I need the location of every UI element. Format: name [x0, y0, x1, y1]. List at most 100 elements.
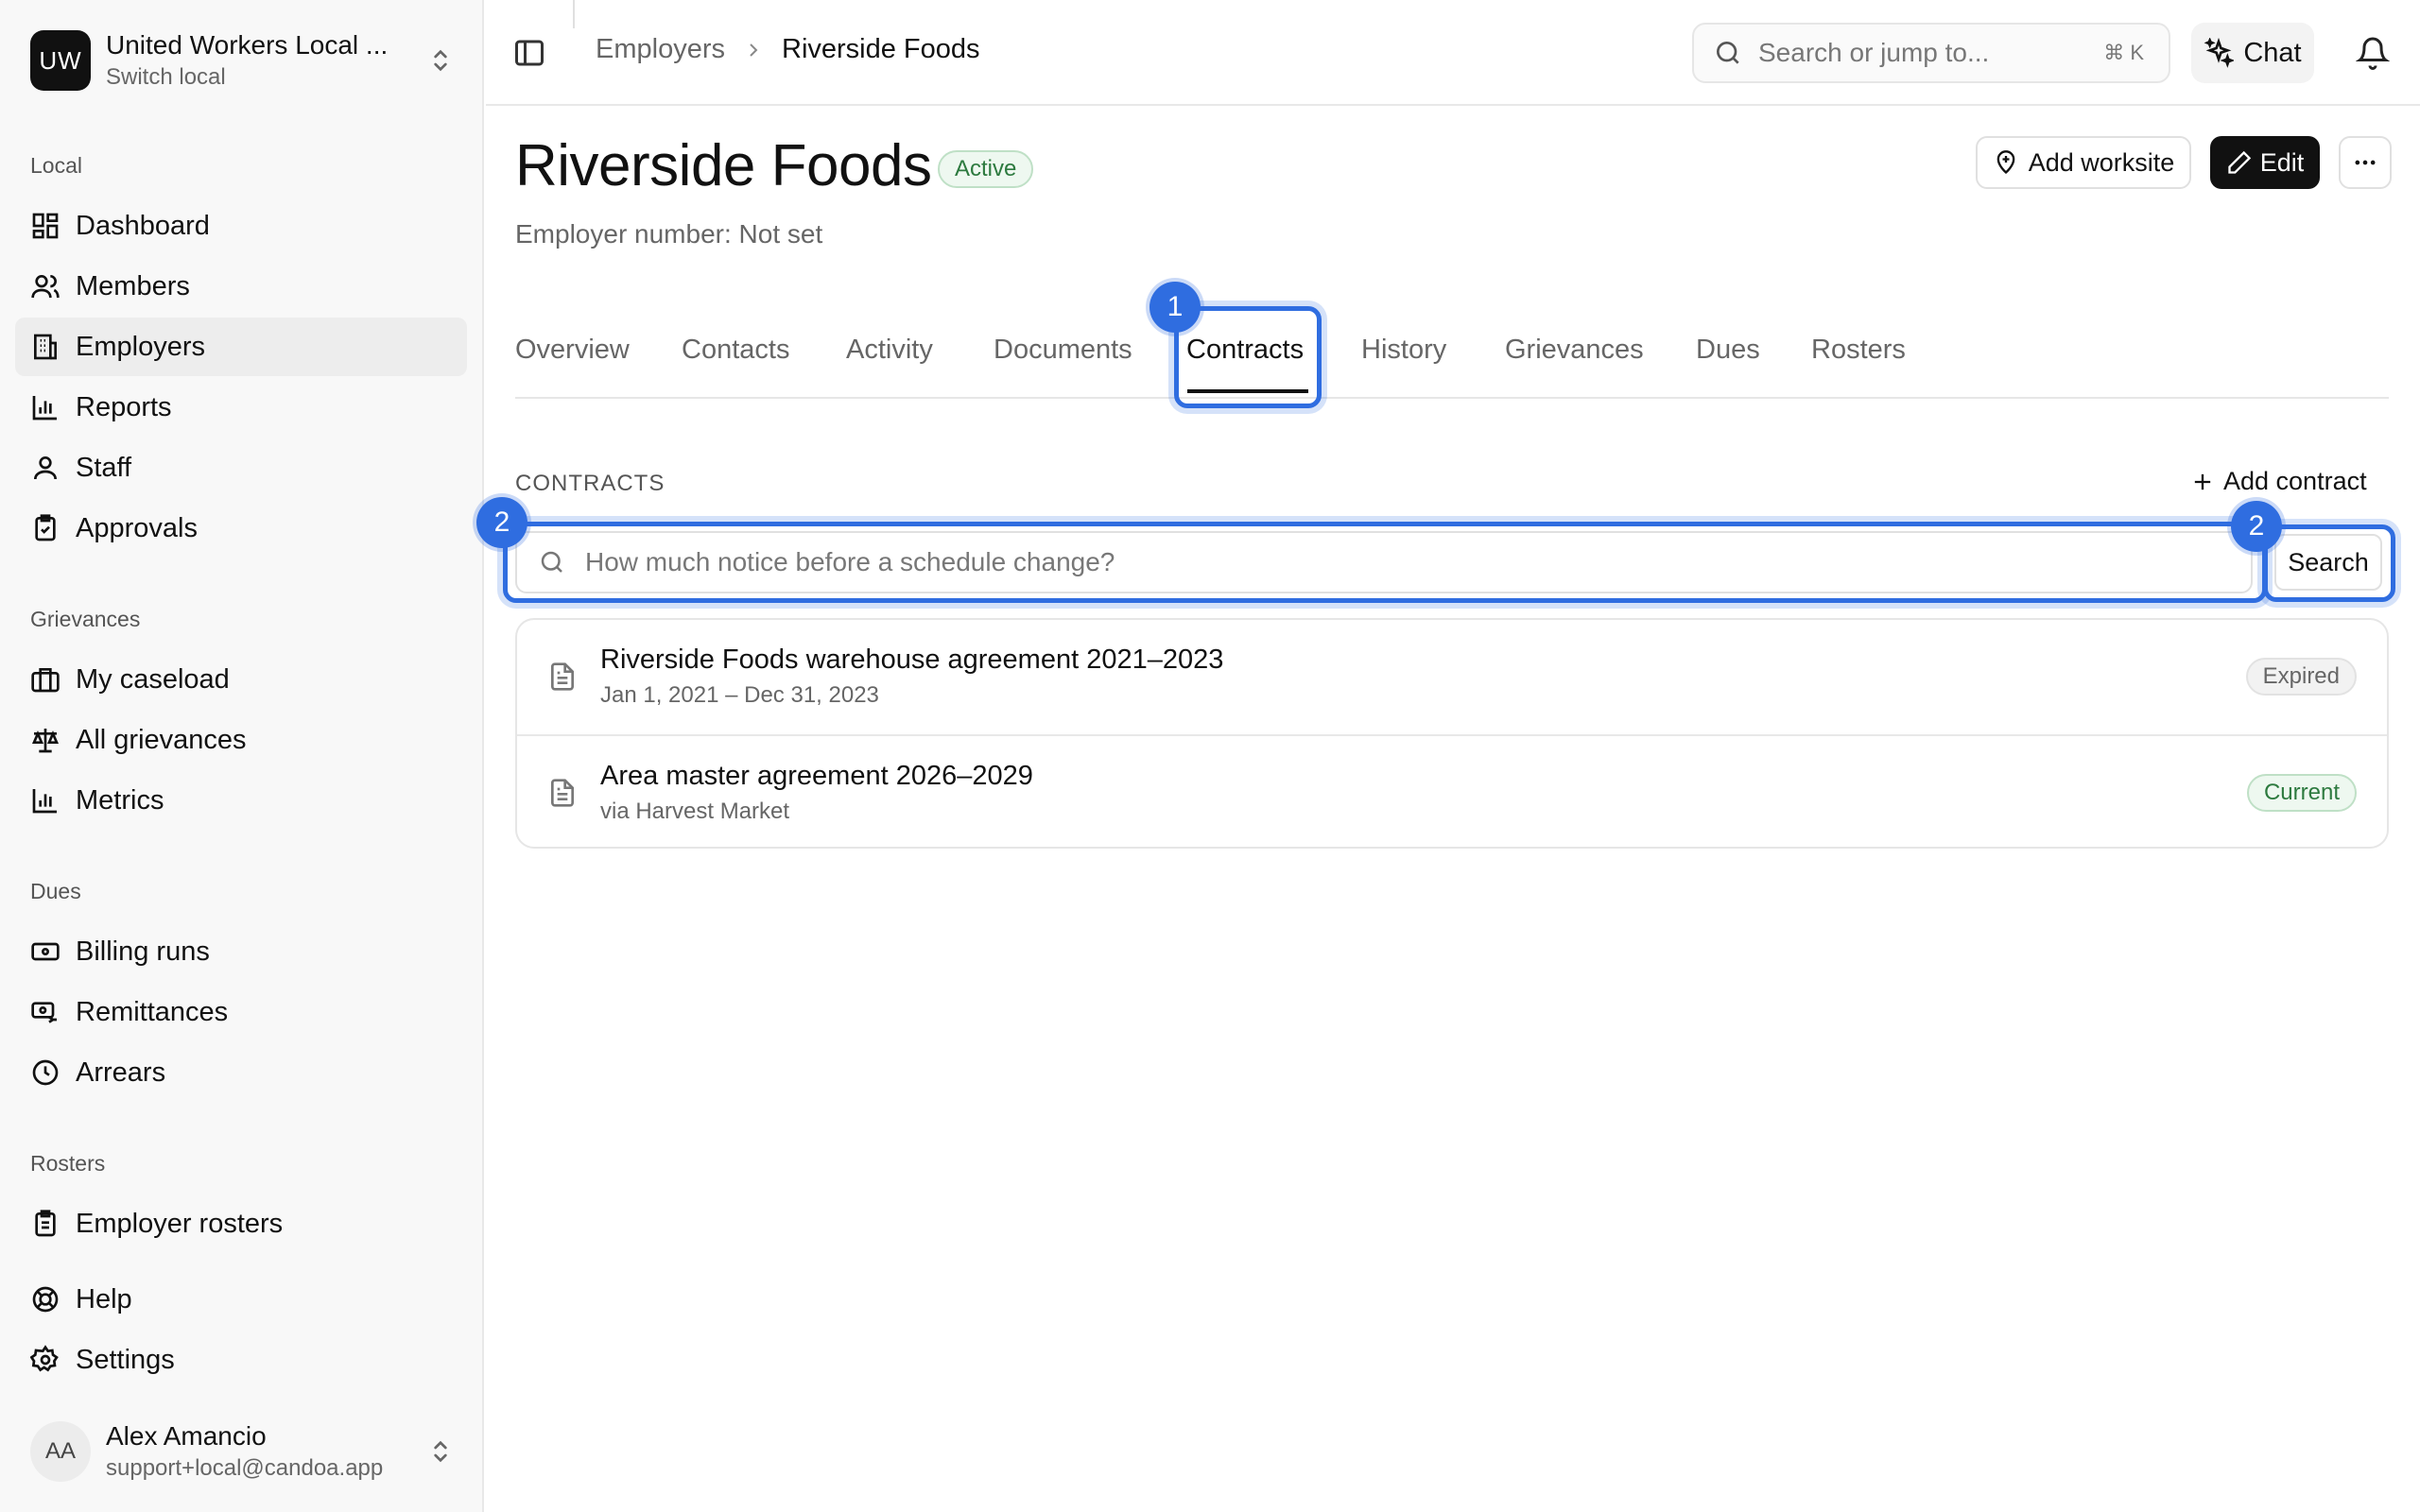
more-horizontal-icon — [2355, 160, 2376, 165]
sidebar-item-label: Arrears — [76, 1057, 166, 1088]
file-text-icon — [551, 779, 574, 807]
sidebar-item-employer-rosters[interactable]: Employer rosters — [15, 1194, 467, 1253]
highlight-search-input — [503, 522, 2267, 603]
sidebar-item-settings[interactable]: Settings — [15, 1331, 467, 1389]
add-contract-button[interactable]: Add contract — [2189, 467, 2367, 496]
sidebar-item-metrics[interactable]: Metrics — [15, 771, 467, 830]
step-marker: 2 — [2231, 501, 2282, 552]
contract-title: Riverside Foods warehouse agreement 2021… — [600, 644, 1224, 675]
sidebar: UW United Workers Local ... Switch local… — [0, 0, 484, 1512]
contract-list: Riverside Foods warehouse agreement 2021… — [515, 618, 2389, 849]
sidebar-item-arrears[interactable]: Arrears — [15, 1043, 467, 1102]
sidebar-item-label: Settings — [76, 1344, 175, 1375]
breadcrumb-employers[interactable]: Employers — [596, 34, 725, 65]
sidebar-item-employers[interactable]: Employers — [15, 318, 467, 376]
sidebar-item-label: Reports — [76, 391, 172, 422]
employer-number: Employer number: Not set — [515, 219, 823, 249]
add-worksite-button[interactable]: Add worksite — [1976, 136, 2191, 189]
top-bar: Employers Riverside Foods Search or jump… — [486, 0, 2420, 106]
page-title: Riverside Foods — [515, 133, 932, 198]
nav-section-rosters: Rosters — [30, 1151, 106, 1176]
gear-icon — [30, 1345, 59, 1372]
sidebar-item-approvals[interactable]: Approvals — [15, 499, 467, 558]
sidebar-item-billing-runs[interactable]: Billing runs — [15, 922, 467, 981]
nav-section-dues: Dues — [30, 879, 81, 903]
breadcrumb-current: Riverside Foods — [782, 34, 980, 64]
plus-icon — [2194, 473, 2211, 490]
user-icon — [34, 456, 57, 480]
sidebar-item-dashboard[interactable]: Dashboard — [15, 197, 467, 255]
edit-label: Edit — [2259, 147, 2305, 177]
org-logo: UW — [30, 30, 91, 91]
sidebar-item-my-caseload[interactable]: My caseload — [15, 650, 467, 709]
edit-button[interactable]: Edit — [2210, 136, 2320, 189]
tab-documents[interactable]: Documents — [994, 335, 1132, 366]
contract-title: Area master agreement 2026–2029 — [600, 761, 1033, 791]
section-title: CONTRACTS — [515, 471, 666, 496]
chevron-right-icon — [750, 43, 758, 57]
keyboard-shortcut: ⌘ K — [2103, 41, 2144, 64]
sidebar-item-label: Staff — [76, 452, 132, 483]
list-item[interactable]: Area master agreement 2026–2029 via Harv… — [517, 734, 2387, 847]
status-badge: Active — [938, 150, 1034, 188]
list-item[interactable]: Riverside Foods warehouse agreement 2021… — [517, 620, 2387, 734]
clipboard-check-icon — [35, 514, 56, 541]
sidebar-item-help[interactable]: Help — [15, 1270, 467, 1329]
contract-dates: Jan 1, 2021 – Dec 31, 2023 — [600, 682, 879, 708]
bar-chart-icon — [32, 789, 57, 814]
sparkles-icon — [2204, 38, 2235, 68]
bell-icon[interactable] — [2356, 36, 2390, 70]
life-buoy-icon — [32, 1286, 59, 1313]
tab-grievances[interactable]: Grievances — [1505, 335, 1644, 366]
user-name: Alex Amancio — [106, 1421, 267, 1451]
sidebar-item-label: Employer rosters — [76, 1208, 284, 1239]
sidebar-item-label: Help — [76, 1283, 132, 1314]
sidebar-toggle-icon[interactable] — [512, 36, 546, 70]
tab-contacts[interactable]: Contacts — [682, 335, 789, 366]
step-marker: 1 — [1150, 282, 1201, 333]
avatar: AA — [30, 1421, 91, 1482]
sidebar-item-staff[interactable]: Staff — [15, 438, 467, 497]
pencil-icon — [2228, 150, 2251, 174]
tab-activity[interactable]: Activity — [846, 335, 933, 366]
sidebar-item-label: Metrics — [76, 784, 164, 816]
sidebar-item-members[interactable]: Members — [15, 257, 467, 316]
add-contract-label: Add contract — [2223, 467, 2367, 495]
more-options-button[interactable] — [2339, 136, 2392, 189]
org-switch-label: Switch local — [106, 64, 226, 90]
tab-dues[interactable]: Dues — [1696, 335, 1760, 366]
sidebar-item-label: Approvals — [76, 512, 198, 543]
tab-overview[interactable]: Overview — [515, 335, 630, 366]
tab-history[interactable]: History — [1361, 335, 1446, 366]
status-badge: Expired — [2245, 658, 2357, 696]
map-pin-plus-icon — [1996, 150, 2015, 175]
tab-rosters[interactable]: Rosters — [1811, 335, 1906, 366]
global-search[interactable]: Search or jump to... ⌘ K — [1692, 23, 2170, 83]
step-marker: 2 — [476, 497, 527, 548]
user-email: support+local@candoa.app — [106, 1455, 384, 1481]
tab-bar: Overview Contacts Activity Documents Con… — [515, 323, 2389, 399]
sidebar-item-label: Employers — [76, 331, 205, 362]
chat-label: Chat — [2243, 37, 2302, 68]
scale-icon — [31, 729, 60, 753]
highlight-search-button — [2263, 524, 2395, 602]
status-badge: Current — [2246, 774, 2357, 812]
search-icon — [1717, 42, 1739, 64]
user-menu[interactable]: AA Alex Amancio support+local@candoa.app — [30, 1418, 456, 1486]
chat-button[interactable]: Chat — [2191, 23, 2314, 83]
highlight-tab-contracts — [1174, 306, 1322, 408]
nav-section-local: Local — [30, 153, 82, 178]
sidebar-item-label: Dashboard — [76, 210, 210, 241]
sidebar-item-label: Billing runs — [76, 936, 210, 967]
sidebar-item-label: Remittances — [76, 996, 229, 1027]
sidebar-item-all-grievances[interactable]: All grievances — [15, 711, 467, 769]
sidebar-item-label: My caseload — [76, 663, 230, 695]
sidebar-item-remittances[interactable]: Remittances — [15, 983, 467, 1041]
sidebar-item-reports[interactable]: Reports — [15, 378, 467, 437]
chevron-up-down-icon — [434, 49, 447, 72]
org-name: United Workers Local ... — [106, 30, 389, 60]
local-switcher[interactable]: UW United Workers Local ... Switch local — [30, 26, 456, 94]
breadcrumb: Employers Riverside Foods — [596, 34, 980, 65]
divider — [573, 0, 575, 28]
banknote-icon — [31, 942, 60, 961]
